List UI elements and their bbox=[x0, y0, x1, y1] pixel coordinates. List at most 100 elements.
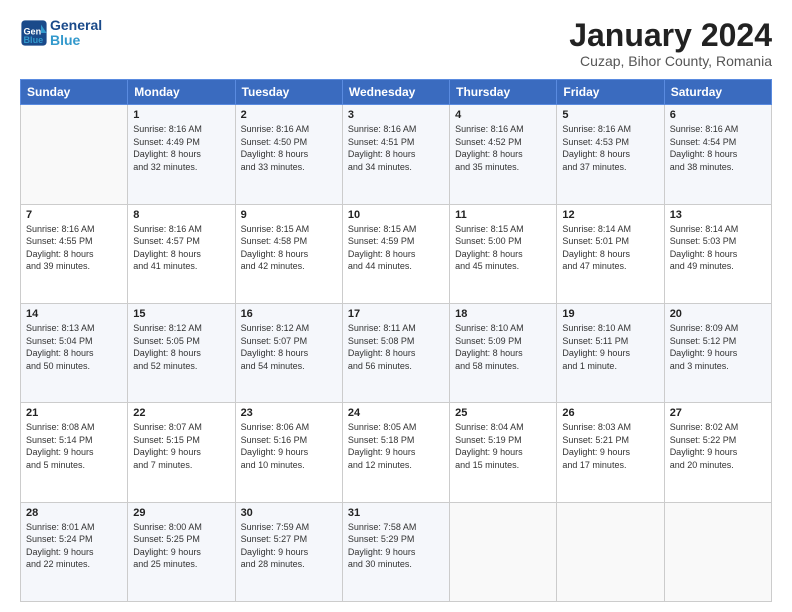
logo-line1: General bbox=[50, 18, 102, 33]
calendar-cell: 2 Sunrise: 8:16 AM Sunset: 4:50 PM Daylig… bbox=[235, 105, 342, 204]
day-info: Sunrise: 8:16 AM Sunset: 4:51 PM Dayligh… bbox=[348, 123, 444, 173]
page: Gen Blue General Blue January 2024 Cuzap… bbox=[0, 0, 792, 612]
calendar-cell: 15 Sunrise: 8:12 AM Sunset: 5:05 PM Dayli… bbox=[128, 303, 235, 402]
calendar-week-5: 28Sunrise: 8:01 AM Sunset: 5:24 PM Dayli… bbox=[21, 502, 772, 601]
svg-text:Blue: Blue bbox=[24, 35, 44, 45]
calendar-cell: 26 Sunrise: 8:03 AM Sunset: 5:21 PM Dayli… bbox=[557, 403, 664, 502]
day-info: Sunrise: 8:15 AM Sunset: 4:58 PM Dayligh… bbox=[241, 223, 337, 273]
day-number: 16 bbox=[241, 308, 337, 320]
day-number: 26 bbox=[562, 407, 658, 419]
day-number: 10 bbox=[348, 209, 444, 221]
calendar-cell: 23 Sunrise: 8:06 AM Sunset: 5:16 PM Dayli… bbox=[235, 403, 342, 502]
calendar-cell: 29Sunrise: 8:00 AM Sunset: 5:25 PM Dayli… bbox=[128, 502, 235, 601]
day-number: 4 bbox=[455, 109, 551, 121]
day-info: Sunrise: 8:04 AM Sunset: 5:19 PM Dayligh… bbox=[455, 421, 551, 471]
day-number: 18 bbox=[455, 308, 551, 320]
calendar-header-wednesday: Wednesday bbox=[342, 80, 449, 105]
day-number: 23 bbox=[241, 407, 337, 419]
day-number: 27 bbox=[670, 407, 766, 419]
calendar-cell bbox=[664, 502, 771, 601]
header: Gen Blue General Blue January 2024 Cuzap… bbox=[20, 18, 772, 69]
calendar-cell: 1Sunrise: 8:16 AM Sunset: 4:49 PM Daylig… bbox=[128, 105, 235, 204]
subtitle: Cuzap, Bihor County, Romania bbox=[569, 53, 772, 69]
calendar-cell: 25 Sunrise: 8:04 AM Sunset: 5:19 PM Dayli… bbox=[450, 403, 557, 502]
calendar-cell: 22 Sunrise: 8:07 AM Sunset: 5:15 PM Dayli… bbox=[128, 403, 235, 502]
day-number: 8 bbox=[133, 209, 229, 221]
calendar-header-sunday: Sunday bbox=[21, 80, 128, 105]
day-info: Sunrise: 8:10 AM Sunset: 5:11 PM Dayligh… bbox=[562, 322, 658, 372]
day-number: 20 bbox=[670, 308, 766, 320]
day-number: 31 bbox=[348, 507, 444, 519]
calendar-week-1: 1Sunrise: 8:16 AM Sunset: 4:49 PM Daylig… bbox=[21, 105, 772, 204]
day-number: 6 bbox=[670, 109, 766, 121]
title-block: January 2024 Cuzap, Bihor County, Romani… bbox=[569, 18, 772, 69]
day-number: 24 bbox=[348, 407, 444, 419]
day-info: Sunrise: 8:12 AM Sunset: 5:07 PM Dayligh… bbox=[241, 322, 337, 372]
day-number: 19 bbox=[562, 308, 658, 320]
calendar-header-thursday: Thursday bbox=[450, 80, 557, 105]
calendar-cell: 18 Sunrise: 8:10 AM Sunset: 5:09 PM Dayli… bbox=[450, 303, 557, 402]
calendar-cell: 30Sunrise: 7:59 AM Sunset: 5:27 PM Dayli… bbox=[235, 502, 342, 601]
day-info: Sunrise: 8:12 AM Sunset: 5:05 PM Dayligh… bbox=[133, 322, 229, 372]
calendar-cell bbox=[21, 105, 128, 204]
day-number: 25 bbox=[455, 407, 551, 419]
calendar-cell: 11 Sunrise: 8:15 AM Sunset: 5:00 PM Dayli… bbox=[450, 204, 557, 303]
day-number: 11 bbox=[455, 209, 551, 221]
day-info: Sunrise: 8:15 AM Sunset: 5:00 PM Dayligh… bbox=[455, 223, 551, 273]
day-info: Sunrise: 8:14 AM Sunset: 5:03 PM Dayligh… bbox=[670, 223, 766, 273]
calendar-header-monday: Monday bbox=[128, 80, 235, 105]
calendar-cell: 21Sunrise: 8:08 AM Sunset: 5:14 PM Dayli… bbox=[21, 403, 128, 502]
calendar-cell: 8 Sunrise: 8:16 AM Sunset: 4:57 PM Daylig… bbox=[128, 204, 235, 303]
day-info: Sunrise: 8:02 AM Sunset: 5:22 PM Dayligh… bbox=[670, 421, 766, 471]
calendar-cell: 24 Sunrise: 8:05 AM Sunset: 5:18 PM Dayli… bbox=[342, 403, 449, 502]
day-number: 14 bbox=[26, 308, 122, 320]
day-info: Sunrise: 8:16 AM Sunset: 4:50 PM Dayligh… bbox=[241, 123, 337, 173]
day-number: 2 bbox=[241, 109, 337, 121]
calendar-header-tuesday: Tuesday bbox=[235, 80, 342, 105]
day-info: Sunrise: 8:09 AM Sunset: 5:12 PM Dayligh… bbox=[670, 322, 766, 372]
day-info: Sunrise: 8:16 AM Sunset: 4:57 PM Dayligh… bbox=[133, 223, 229, 273]
calendar-cell: 13 Sunrise: 8:14 AM Sunset: 5:03 PM Dayli… bbox=[664, 204, 771, 303]
day-info: Sunrise: 8:16 AM Sunset: 4:54 PM Dayligh… bbox=[670, 123, 766, 173]
day-info: Sunrise: 8:10 AM Sunset: 5:09 PM Dayligh… bbox=[455, 322, 551, 372]
day-info: Sunrise: 8:16 AM Sunset: 4:49 PM Dayligh… bbox=[133, 123, 229, 173]
calendar-cell: 4 Sunrise: 8:16 AM Sunset: 4:52 PM Daylig… bbox=[450, 105, 557, 204]
day-number: 5 bbox=[562, 109, 658, 121]
day-number: 17 bbox=[348, 308, 444, 320]
calendar-cell: 31 Sunrise: 7:58 AM Sunset: 5:29 PM Dayli… bbox=[342, 502, 449, 601]
day-number: 21 bbox=[26, 407, 122, 419]
day-info: Sunrise: 8:16 AM Sunset: 4:52 PM Dayligh… bbox=[455, 123, 551, 173]
calendar-header-friday: Friday bbox=[557, 80, 664, 105]
calendar-week-4: 21Sunrise: 8:08 AM Sunset: 5:14 PM Dayli… bbox=[21, 403, 772, 502]
day-info: Sunrise: 8:16 AM Sunset: 4:55 PM Dayligh… bbox=[26, 223, 122, 273]
day-info: Sunrise: 8:06 AM Sunset: 5:16 PM Dayligh… bbox=[241, 421, 337, 471]
logo-text: General Blue bbox=[50, 18, 102, 49]
day-info: Sunrise: 8:03 AM Sunset: 5:21 PM Dayligh… bbox=[562, 421, 658, 471]
day-info: Sunrise: 8:15 AM Sunset: 4:59 PM Dayligh… bbox=[348, 223, 444, 273]
calendar-cell bbox=[450, 502, 557, 601]
day-number: 3 bbox=[348, 109, 444, 121]
day-number: 7 bbox=[26, 209, 122, 221]
day-number: 13 bbox=[670, 209, 766, 221]
day-info: Sunrise: 7:58 AM Sunset: 5:29 PM Dayligh… bbox=[348, 521, 444, 571]
calendar-week-3: 14Sunrise: 8:13 AM Sunset: 5:04 PM Dayli… bbox=[21, 303, 772, 402]
day-number: 15 bbox=[133, 308, 229, 320]
calendar-header-row: SundayMondayTuesdayWednesdayThursdayFrid… bbox=[21, 80, 772, 105]
calendar-week-2: 7 Sunrise: 8:16 AM Sunset: 4:55 PM Daylig… bbox=[21, 204, 772, 303]
calendar-cell: 20 Sunrise: 8:09 AM Sunset: 5:12 PM Dayli… bbox=[664, 303, 771, 402]
day-number: 22 bbox=[133, 407, 229, 419]
calendar-header-saturday: Saturday bbox=[664, 80, 771, 105]
day-info: Sunrise: 8:14 AM Sunset: 5:01 PM Dayligh… bbox=[562, 223, 658, 273]
day-info: Sunrise: 8:05 AM Sunset: 5:18 PM Dayligh… bbox=[348, 421, 444, 471]
calendar-cell: 6 Sunrise: 8:16 AM Sunset: 4:54 PM Daylig… bbox=[664, 105, 771, 204]
day-number: 12 bbox=[562, 209, 658, 221]
calendar-cell: 27 Sunrise: 8:02 AM Sunset: 5:22 PM Dayli… bbox=[664, 403, 771, 502]
day-number: 9 bbox=[241, 209, 337, 221]
logo-line2: Blue bbox=[50, 33, 102, 48]
calendar-cell: 19 Sunrise: 8:10 AM Sunset: 5:11 PM Dayli… bbox=[557, 303, 664, 402]
day-number: 30 bbox=[241, 507, 337, 519]
calendar-cell: 9 Sunrise: 8:15 AM Sunset: 4:58 PM Daylig… bbox=[235, 204, 342, 303]
day-info: Sunrise: 8:07 AM Sunset: 5:15 PM Dayligh… bbox=[133, 421, 229, 471]
calendar-cell: 12 Sunrise: 8:14 AM Sunset: 5:01 PM Dayli… bbox=[557, 204, 664, 303]
day-number: 28 bbox=[26, 507, 122, 519]
